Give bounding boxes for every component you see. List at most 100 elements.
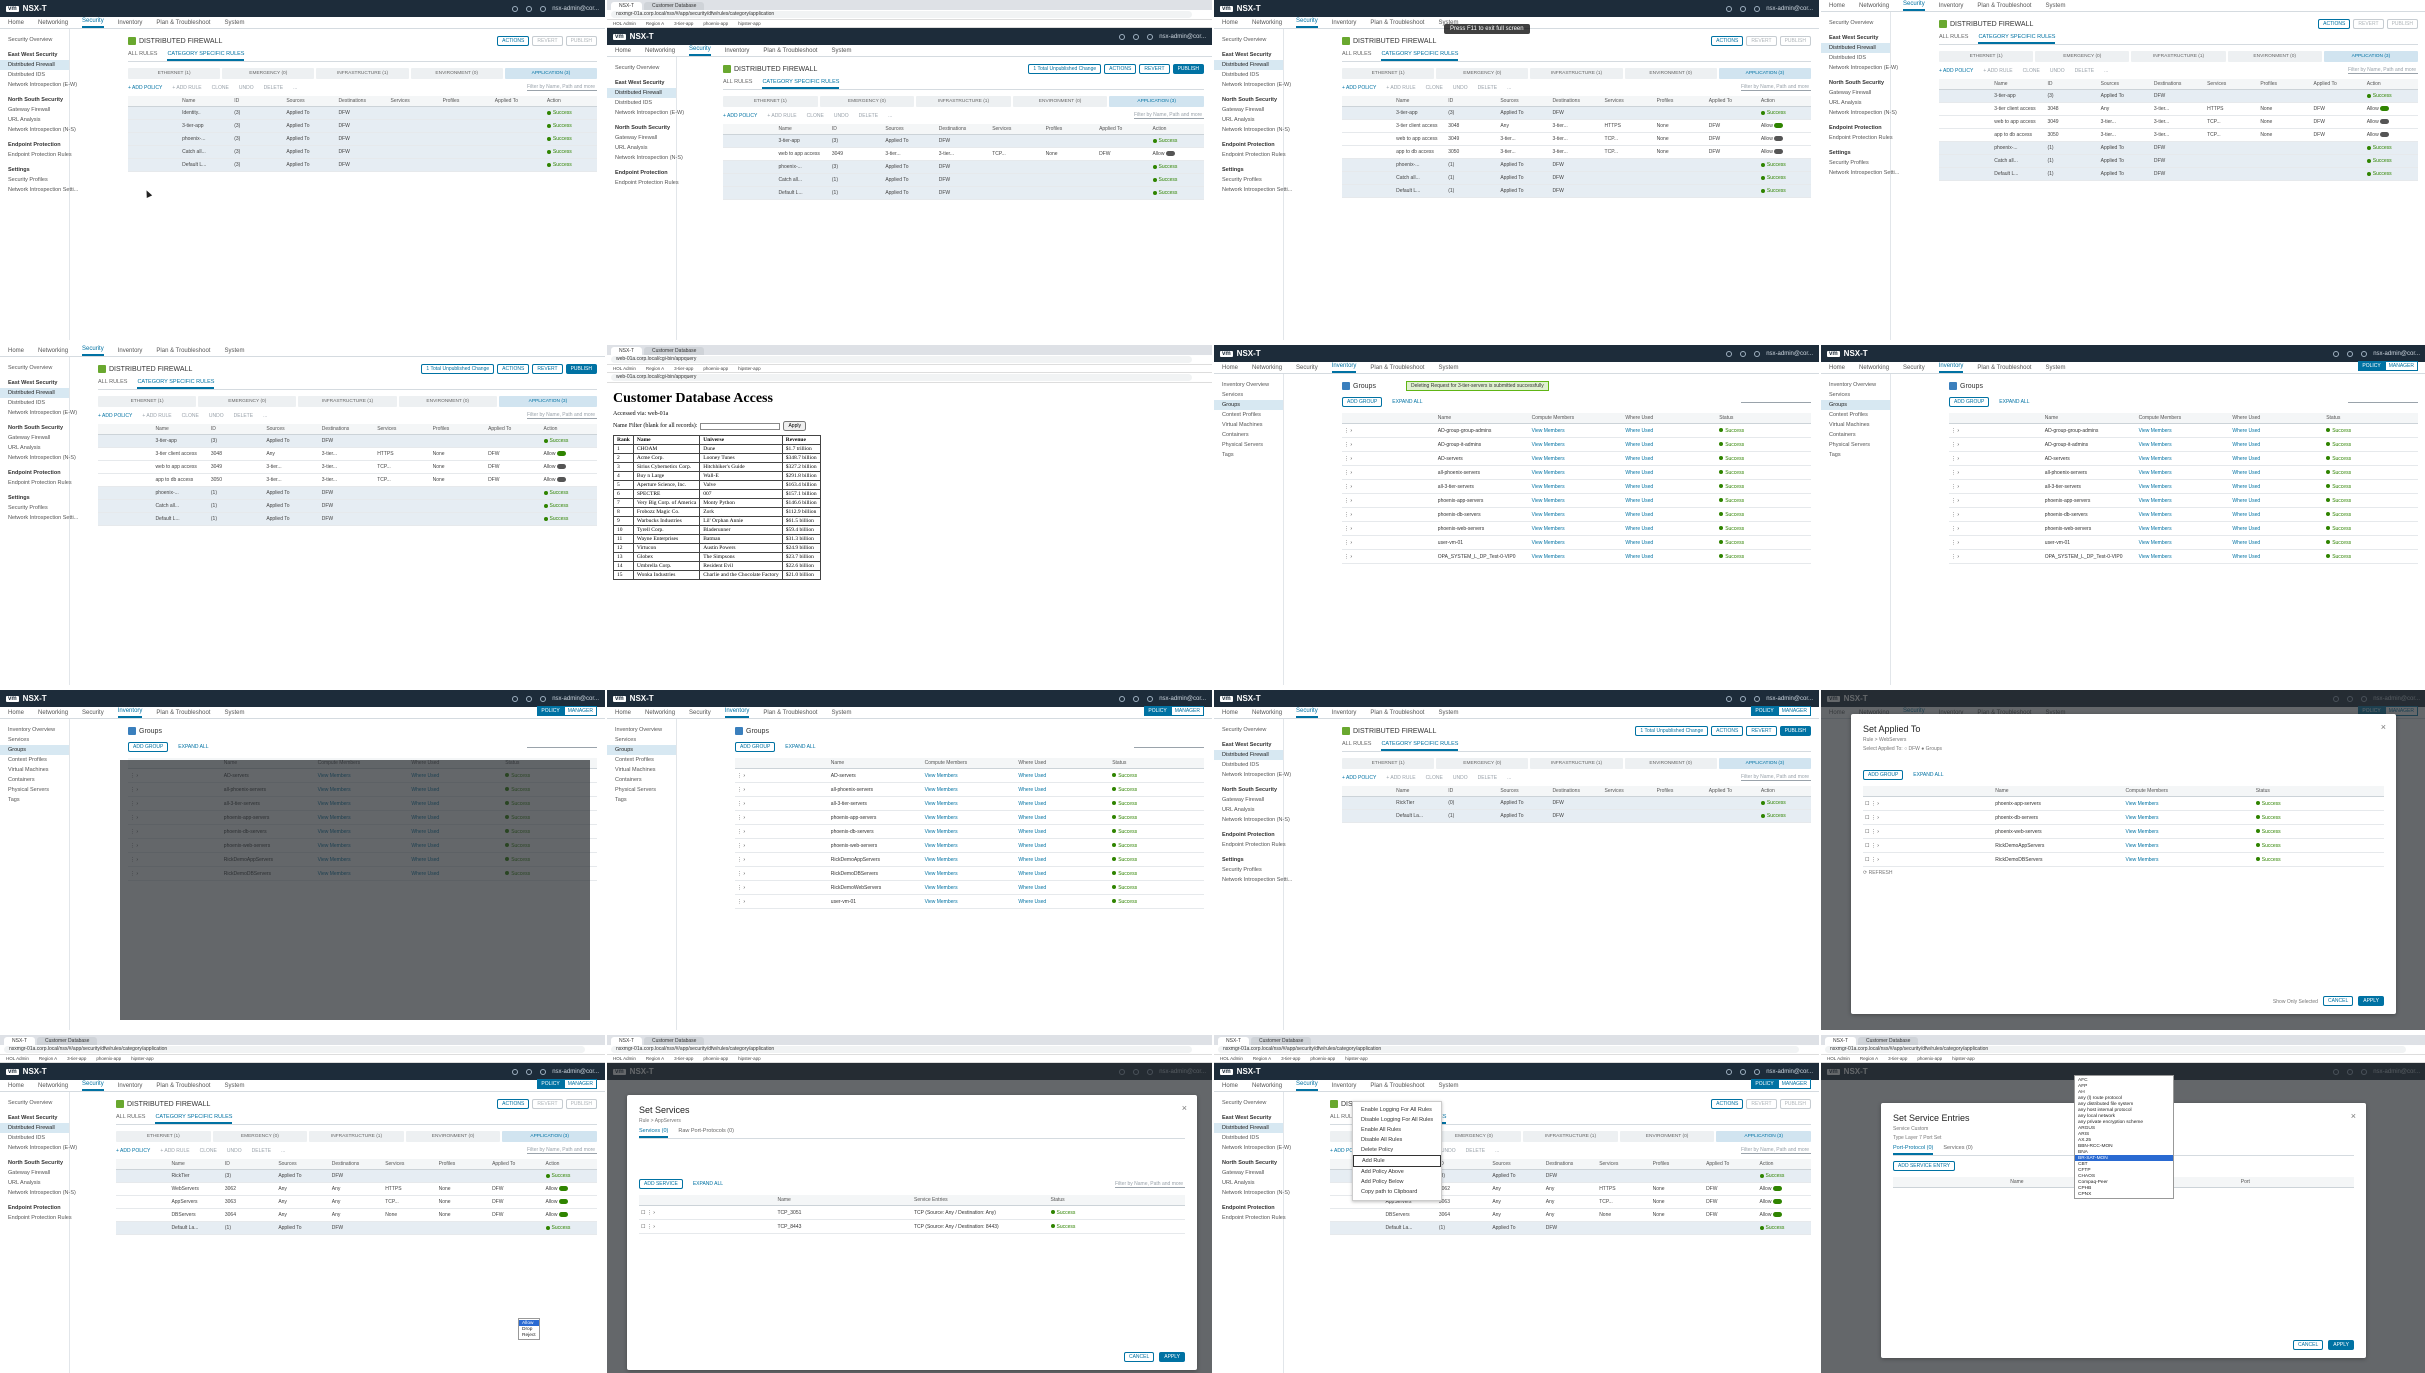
- sidebar-item[interactable]: URL Analysis: [1821, 98, 1890, 108]
- nav-security[interactable]: Security: [1903, 1, 1925, 11]
- category-tab[interactable]: APPLICATION (3): [2323, 51, 2419, 62]
- group-row[interactable]: ⋮ ›phoenix-db-serversView MembersWhere U…: [735, 824, 1204, 839]
- cell-action[interactable]: Success: [544, 119, 597, 133]
- row-check[interactable]: [1939, 167, 1993, 181]
- group-row[interactable]: ⋮ › AD-group-group-admins View Members Wher…: [1949, 423, 2418, 438]
- sidebar-item[interactable]: Distributed Firewall: [1214, 60, 1283, 70]
- rule-row[interactable]: web to app access 3049 3-tier... 3-tier... T…: [1939, 115, 2418, 129]
- rule-row[interactable]: WebServers3062AnyAnyHTTPSNoneDFWAllow: [116, 1182, 597, 1196]
- toolbar-button[interactable]: DELETE: [234, 413, 253, 419]
- sidebar-item[interactable]: Inventory Overview: [607, 725, 676, 735]
- browser-tab-nsx[interactable]: NSX-T: [1218, 1037, 1249, 1045]
- policy-row[interactable]: 3-tier-app (3) Applied To DFW Success: [1342, 106, 1811, 120]
- sidebar-item[interactable]: Distributed Firewall: [0, 1123, 69, 1133]
- nav-plan-troubleshoot[interactable]: Plan & Troubleshoot: [1370, 1083, 1424, 1091]
- nav-home[interactable]: Home: [1829, 3, 1845, 11]
- toolbar-button[interactable]: + ADD POLICY: [1342, 775, 1376, 781]
- category-tab[interactable]: INFRASTRUCTURE (1): [2131, 51, 2226, 62]
- filter-input[interactable]: Filter by Name, Path and more: [1115, 1181, 1185, 1188]
- help-icon[interactable]: [1754, 350, 1761, 357]
- help-icon[interactable]: [1754, 1068, 1761, 1075]
- revert-button[interactable]: REVERT: [532, 36, 563, 46]
- tab-services[interactable]: Services (0): [1943, 1145, 1972, 1155]
- category-tab[interactable]: EMERGENCY (0): [198, 396, 297, 407]
- row-check[interactable]: [98, 434, 154, 448]
- cell-action[interactable]: Success: [2364, 167, 2418, 181]
- rule-row[interactable]: app to db access 3050 3-tier... 3-tier... TC…: [1939, 128, 2418, 142]
- cell-action[interactable]: Success: [1758, 158, 1811, 172]
- expand-all[interactable]: EXPAND ALL: [1392, 399, 1422, 405]
- nav-system[interactable]: System: [2045, 365, 2065, 373]
- view-members-link[interactable]: View Members: [2123, 852, 2254, 867]
- cell-action[interactable]: Success: [544, 106, 597, 120]
- nav-networking[interactable]: Networking: [1252, 1083, 1282, 1091]
- toolbar-button[interactable]: + ADD POLICY: [98, 413, 132, 419]
- bookmark[interactable]: phoenix-app: [1917, 1056, 1942, 1061]
- group-row[interactable]: ⋮ › OPA_SYSTEM_L_DP_Test-0-VIP0 View Membe…: [1342, 549, 1811, 564]
- action-allow[interactable]: Allow: [544, 464, 557, 470]
- policy-row[interactable]: phoenix-... (1) Applied To DFW Success: [1342, 158, 1811, 172]
- sidebar-item[interactable]: Distributed IDS: [0, 398, 69, 408]
- browser-tab-nsx[interactable]: NSX-T: [611, 2, 642, 10]
- sidebar-item[interactable]: Security Overview: [1821, 18, 1890, 28]
- policy-row[interactable]: phoenix-... (1) Applied To DFW Success: [98, 486, 597, 500]
- row-check[interactable]: [723, 186, 777, 200]
- tab-category-rules[interactable]: CATEGORY SPECIFIC RULES: [1381, 741, 1459, 751]
- row-check[interactable]: ☐ ⋮ ›: [1863, 824, 1994, 839]
- nav-networking[interactable]: Networking: [1252, 365, 1282, 373]
- nav-security[interactable]: Security: [82, 710, 104, 718]
- group-row[interactable]: ⋮ ›phoenix-web-serversView MembersWhere …: [735, 838, 1204, 853]
- search-input[interactable]: [1741, 401, 1811, 403]
- row-check[interactable]: ☐ ⋮ ›: [1863, 838, 1994, 853]
- action-allow[interactable]: Allow: [2367, 106, 2380, 112]
- tab-category-rules[interactable]: CATEGORY SPECIFIC RULES: [137, 379, 215, 389]
- nav-home[interactable]: Home: [615, 48, 631, 56]
- sidebar-item[interactable]: Network Introspection (E-W): [1214, 1143, 1291, 1153]
- nav-home[interactable]: Home: [615, 710, 631, 718]
- row-check[interactable]: ☐ ⋮ ›: [1863, 796, 1994, 811]
- sidebar-item[interactable]: URL Analysis: [0, 1178, 69, 1188]
- sidebar-item[interactable]: Gateway Firewall: [1821, 88, 1890, 98]
- sidebar-item[interactable]: URL Analysis: [607, 143, 676, 153]
- sidebar-item[interactable]: Network Introspection (N-S): [0, 453, 76, 463]
- search-input[interactable]: [2348, 401, 2418, 403]
- search-icon[interactable]: [1726, 350, 1733, 357]
- sidebar-item[interactable]: Distributed IDS: [1821, 53, 1890, 63]
- nav-networking[interactable]: Networking: [1252, 710, 1282, 718]
- cell-action[interactable]: Allow: [1758, 132, 1811, 146]
- where-used-link[interactable]: Where Used: [2230, 479, 2325, 494]
- where-used-link[interactable]: Where Used: [1623, 451, 1718, 466]
- sidebar-item[interactable]: Endpoint Protection Rules: [1214, 840, 1286, 850]
- bookmark[interactable]: 3-tier-app: [1281, 1056, 1300, 1061]
- revert-button[interactable]: REVERT: [1746, 1099, 1777, 1109]
- bookmark[interactable]: Region A: [646, 366, 664, 371]
- view-members-link[interactable]: View Members: [2136, 437, 2231, 452]
- category-tab[interactable]: APPLICATION (3): [504, 68, 598, 79]
- policy-row[interactable]: Default L... (1) Applied To DFW Success: [723, 186, 1204, 200]
- row-check[interactable]: [1342, 809, 1395, 823]
- nav-networking[interactable]: Networking: [645, 710, 675, 718]
- help-icon[interactable]: [1147, 33, 1154, 40]
- bookmark[interactable]: hipster-app: [738, 21, 761, 26]
- sidebar-item[interactable]: Gateway Firewall: [1214, 1168, 1283, 1178]
- action-allow[interactable]: Allow: [1761, 123, 1774, 129]
- bell-icon[interactable]: [526, 1068, 533, 1075]
- group-row[interactable]: ⋮ ›phoenix-app-serversView MembersWhere …: [1342, 493, 1811, 508]
- sidebar-item[interactable]: Endpoint Protection Rules: [607, 178, 679, 188]
- where-used-link[interactable]: Where Used: [1016, 838, 1111, 853]
- user-menu[interactable]: nsx-admin@cor...: [2373, 351, 2420, 357]
- sidebar-item[interactable]: Distributed IDS: [1214, 70, 1283, 80]
- url-bar[interactable]: nsxmgr-01a.corp.local/nsx/#/app/security…: [611, 1046, 1192, 1053]
- add-group-button[interactable]: ADD GROUP: [735, 742, 776, 752]
- view-members-link[interactable]: View Members: [2136, 479, 2231, 494]
- sidebar-item[interactable]: Network Introspection Setti...: [1214, 185, 1292, 195]
- user-menu[interactable]: nsx-admin@cor...: [1766, 696, 1813, 702]
- toolbar-button[interactable]: DELETE: [252, 1148, 271, 1154]
- category-tab[interactable]: ENVIRONMENT (0): [1012, 96, 1108, 107]
- sidebar-item[interactable]: Gateway Firewall: [1214, 795, 1283, 805]
- nav-inventory[interactable]: Inventory: [724, 708, 750, 718]
- add-group-button[interactable]: ADD GROUP: [1863, 770, 1904, 780]
- row-check[interactable]: [1342, 145, 1395, 159]
- bookmark[interactable]: phoenix-app: [96, 1056, 121, 1061]
- toolbar-button[interactable]: CLONE: [1426, 85, 1443, 91]
